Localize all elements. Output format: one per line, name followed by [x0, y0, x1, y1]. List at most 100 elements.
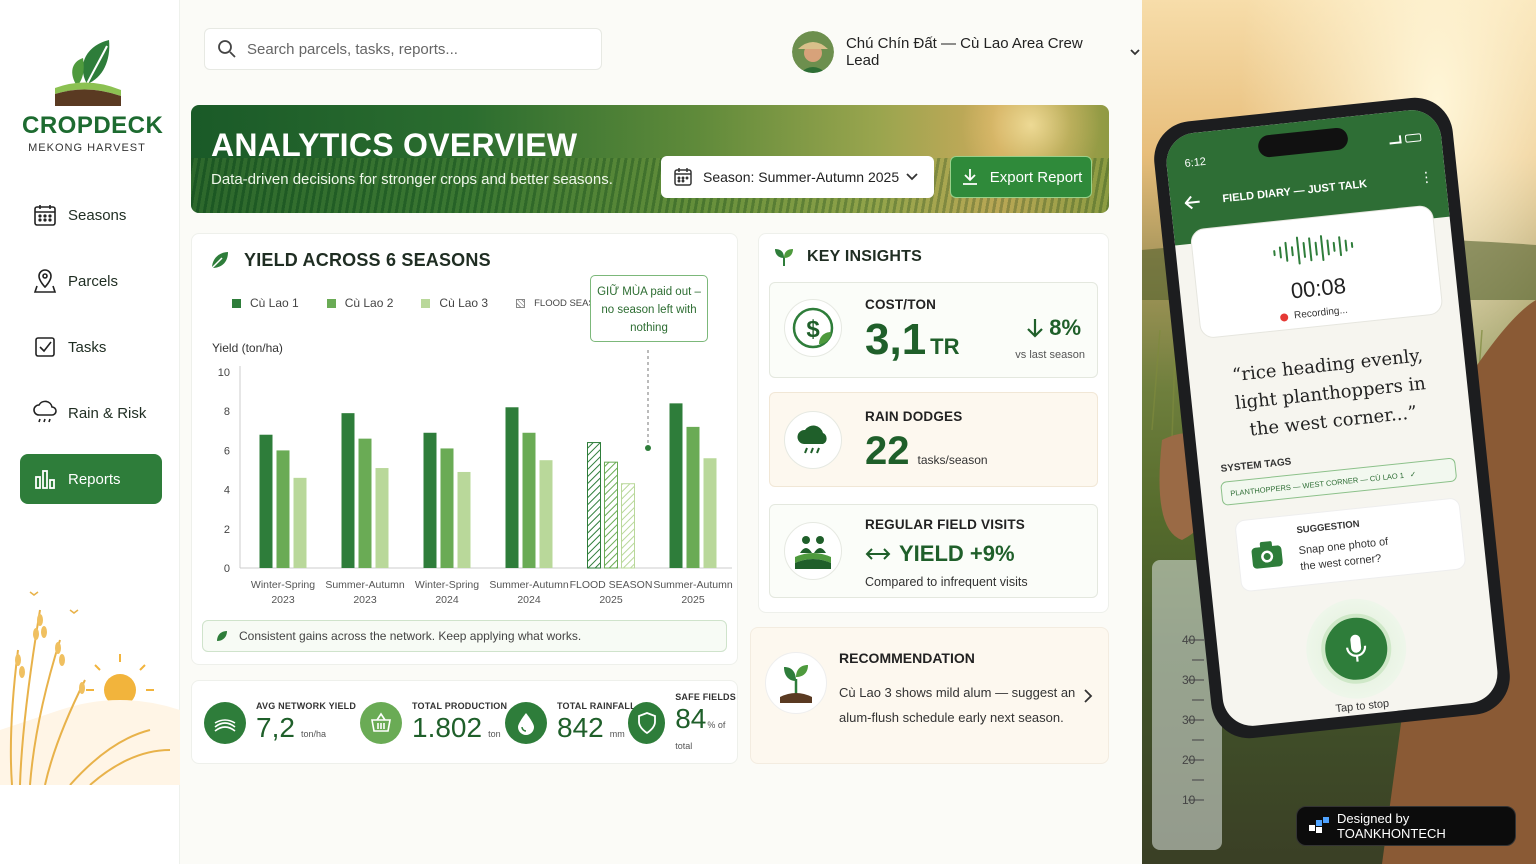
rain-unit: tasks/season [917, 453, 988, 467]
insight-label: COST/TON [865, 297, 937, 312]
cost-value: 3,1 [865, 315, 927, 364]
user-name: Chú Chín Đất — Cù Lao Area Crew Lead [845, 35, 1083, 69]
x-tick-label: 2023 [271, 594, 295, 606]
stat-label: TOTAL RAINFALL [557, 701, 636, 711]
export-report-button[interactable]: Export Report [950, 156, 1092, 198]
callout-leader-dot [645, 445, 651, 451]
yield-bar-chart: Yield (ton/ha) 0 2 4 6 8 10 Winter-Spring 2023 S… [212, 341, 733, 606]
basket-icon [360, 702, 402, 744]
analytics-hero-banner: ANALYTICS OVERVIEW Data-driven decisions… [191, 105, 1109, 213]
chevron-down-icon [1128, 45, 1142, 59]
phone-time: 6:12 [1184, 155, 1207, 170]
farmers-icon [784, 522, 842, 580]
search-placeholder: Search parcels, tasks, reports... [247, 40, 458, 58]
suggestion-label: SUGGESTION [1296, 518, 1361, 537]
stat-value: 7,2 [256, 712, 295, 743]
stat-label: SAFE FIELDS [675, 692, 736, 702]
y-tick-label: 0 [224, 563, 230, 575]
system-tags-label: SYSTEM TAGS [1220, 456, 1292, 475]
insight-rain-dodges[interactable]: RAIN DODGES 22 tasks/season [769, 392, 1098, 487]
recording-timer: 00:08 [1289, 272, 1348, 304]
chart-bar [587, 442, 601, 569]
suggestion-card[interactable]: SUGGESTION Snap one photo of the west co… [1234, 497, 1467, 593]
x-tick-label: 2023 [353, 594, 377, 606]
y-axis-label: Yield (ton/ha) [212, 341, 283, 355]
sidebar-item-rain-risk[interactable]: Rain & Risk [20, 388, 162, 438]
cost-delta-note: vs last season [1015, 349, 1085, 361]
logo-blocks-icon [1309, 817, 1329, 835]
stat-unit: mm [609, 729, 625, 739]
leaf-icon [215, 629, 229, 643]
sidebar-item-label: Tasks [68, 338, 107, 356]
main-content: Search parcels, tasks, reports... Chú Ch… [180, 0, 1142, 864]
cost-delta: 8% [1025, 315, 1081, 341]
checkbox-icon [32, 334, 58, 360]
season-select[interactable]: Season: Summer-Autumn 2025 [661, 156, 934, 198]
brand-tagline: MEKONG HARVEST [28, 142, 146, 154]
cost-value-group: 3,1 TR [865, 315, 960, 365]
bar-chart-icon [32, 466, 58, 492]
y-tick-label: 4 [224, 485, 230, 497]
gauge-tick-label: 40 [1182, 633, 1196, 647]
recommendation-card[interactable]: RECOMMENDATION Cù Lao 3 shows mild alum … [750, 627, 1109, 764]
sidebar: CROPDECK MEKONG HARVEST Seasons Parcels … [0, 0, 180, 864]
brand-logo[interactable]: CROPDECK MEKONG HARVEST [22, 36, 163, 154]
sidebar-item-tasks[interactable]: Tasks [20, 322, 162, 372]
legend-swatch [421, 298, 431, 308]
sidebar-item-seasons[interactable]: Seasons [20, 190, 162, 240]
gauge-tick-label: 10 [1182, 793, 1196, 807]
sidebar-item-parcels[interactable]: Parcels [20, 256, 162, 306]
stat-label: AVG NETWORK YIELD [256, 701, 357, 711]
leaf-icon [208, 248, 232, 272]
visits-note: Compared to infrequent visits [865, 575, 1028, 589]
back-arrow-icon[interactable] [1184, 194, 1201, 210]
recording-dot [1279, 312, 1289, 322]
insight-field-visits[interactable]: REGULAR FIELD VISITS YIELD +9% Compared … [769, 504, 1098, 598]
flood-season-callout: GIỮ MÙA paid out – no season left with n… [590, 275, 708, 342]
chevron-right-icon[interactable] [1082, 688, 1094, 704]
legend-item: Cù Lao 2 [326, 296, 393, 310]
chart-bar [522, 432, 536, 568]
credit-text: Designed by TOANKHONTECH [1337, 811, 1446, 841]
insight-cost-per-ton[interactable]: $ COST/TON 3,1 TR 8% vs last season [769, 282, 1098, 378]
stat-unit: ton [488, 729, 501, 739]
more-vertical-icon[interactable]: ⋮ [1419, 168, 1435, 186]
chart-bar [539, 460, 553, 568]
recommendation-line: alum-flush schedule early next season. [839, 710, 1064, 725]
legend-swatch [326, 298, 336, 308]
user-menu[interactable]: Chú Chín Đất — Cù Lao Area Crew Lead [792, 28, 1142, 76]
y-tick-label: 8 [224, 406, 230, 418]
recommendation-line: Cù Lao 3 shows mild alum — suggest an [839, 685, 1076, 700]
sidebar-item-reports[interactable]: Reports [20, 454, 162, 504]
phone-mockup: 6:12 FIELD DIARY — JUST TALK ⋮ 00:08 Rec… [1150, 94, 1514, 742]
map-pin-icon [32, 268, 58, 294]
legend-swatch-hatched [516, 298, 526, 308]
recording-status: Recording... [1279, 304, 1349, 323]
sprout-icon [773, 246, 795, 268]
legend-label: Cù Lao 1 [250, 296, 299, 310]
stat-value: 1.802 [412, 712, 483, 743]
stat-value: 842 [557, 712, 604, 743]
recommendation-text: Cù Lao 3 shows mild alum — suggest an al… [839, 680, 1075, 730]
chart-bar [457, 471, 471, 568]
chart-bar [505, 407, 519, 568]
insight-label: REGULAR FIELD VISITS [865, 517, 1026, 532]
insight-label: RAIN DODGES [865, 409, 963, 424]
visits-value-group: YIELD +9% [865, 541, 1015, 567]
search-bar[interactable]: Search parcels, tasks, reports... [204, 28, 602, 70]
page-title: ANALYTICS OVERVIEW [211, 127, 578, 163]
avatar [792, 31, 834, 73]
sidebar-item-label: Parcels [68, 272, 119, 290]
y-tick-label: 2 [224, 524, 230, 536]
seedling-icon [765, 652, 827, 714]
recording-status-text: Recording... [1293, 304, 1349, 322]
field-icon [204, 702, 246, 744]
cloud-rain-icon [784, 411, 842, 469]
chart-bar [375, 468, 389, 568]
insights-title-text: KEY INSIGHTS [807, 248, 923, 265]
chart-bar [703, 458, 717, 568]
calendar-icon [673, 167, 693, 187]
page-subtitle: Data-driven decisions for stronger crops… [211, 171, 613, 188]
water-drop-icon [505, 702, 547, 744]
sidebar-nav: Seasons Parcels Tasks Rain & Risk Report… [20, 190, 162, 520]
